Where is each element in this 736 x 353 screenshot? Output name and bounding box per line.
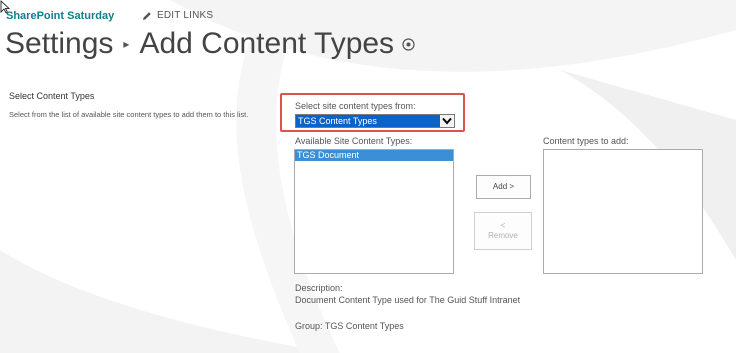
section-description: Select from the list of available site c… (9, 110, 249, 119)
edit-links-label: EDIT LINKS (157, 10, 214, 21)
breadcrumb-current: Add Content Types (139, 27, 395, 60)
site-title-link[interactable]: SharePoint Saturday (6, 10, 114, 22)
edit-links-button[interactable]: EDIT LINKS (142, 10, 213, 21)
types-to-add-listbox[interactable] (543, 149, 703, 274)
info-icon[interactable] (402, 37, 415, 51)
add-button[interactable]: Add > (476, 175, 531, 199)
add-button-label: Add > (492, 182, 515, 191)
page-title: Settings ▸ Add Content Types (5, 27, 415, 61)
page: SharePoint Saturday EDIT LINKS Settings … (0, 0, 736, 353)
remove-button[interactable]: < Remove (474, 212, 532, 250)
types-to-add-label: Content types to add: (543, 136, 629, 146)
remove-button-arrow: < (500, 221, 506, 230)
available-types-label: Available Site Content Types: (295, 136, 413, 146)
description-label: Description: (295, 283, 343, 293)
triangle-right-icon: ▸ (123, 37, 130, 51)
description-value: Document Content Type used for The Guid … (295, 295, 521, 305)
group-text: Group: TGS Content Types (295, 321, 404, 331)
section-heading: Select Content Types (9, 91, 95, 101)
list-item[interactable]: TGS Document (295, 150, 453, 161)
breadcrumb-settings-link[interactable]: Settings (5, 27, 113, 61)
source-label: Select site content types from: (295, 101, 416, 111)
pencil-icon (143, 11, 151, 20)
content-type-source-dropdown[interactable]: TGS Content Types (295, 114, 455, 128)
chevron-down-icon[interactable] (439, 115, 454, 127)
available-types-listbox[interactable]: TGS Document (294, 149, 454, 274)
dropdown-selected-value: TGS Content Types (296, 115, 439, 127)
remove-button-label: Remove (488, 231, 518, 240)
